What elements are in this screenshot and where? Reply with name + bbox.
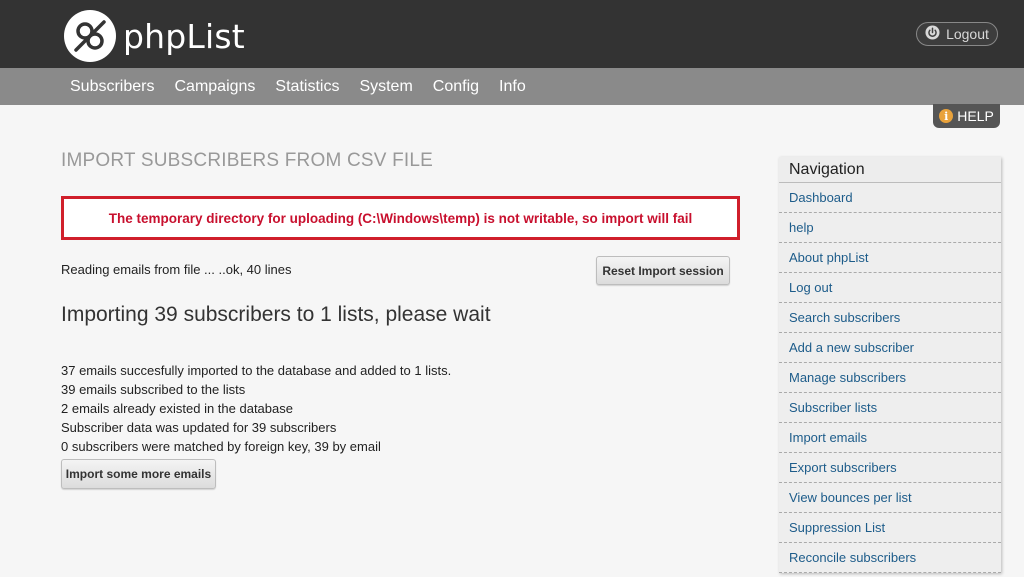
error-alert: The temporary directory for uploading (C… <box>61 196 740 240</box>
nav-export-subscribers[interactable]: Export subscribers <box>779 453 1001 483</box>
help-button[interactable]: i HELP <box>933 104 1000 128</box>
import-more-emails-button[interactable]: Import some more emails <box>61 459 216 489</box>
reset-import-session-button[interactable]: Reset Import session <box>596 256 730 285</box>
nav-about[interactable]: About phpList <box>779 243 1001 273</box>
result-line: 39 emails subscribed to the lists <box>61 382 246 397</box>
nav-reconcile-subscribers[interactable]: Reconcile subscribers <box>779 543 1001 573</box>
page-title: IMPORT SUBSCRIBERS FROM CSV FILE <box>61 150 434 171</box>
navigation-panel: Navigation Dashboard help About phpList … <box>779 157 1001 573</box>
menu-info[interactable]: Info <box>499 68 526 105</box>
main-menu: Subscribers Campaigns Statistics System … <box>0 68 1024 105</box>
result-line: 37 emails succesfully imported to the da… <box>61 363 452 378</box>
nav-import-emails[interactable]: Import emails <box>779 423 1001 453</box>
nav-manage-subscribers[interactable]: Manage subscribers <box>779 363 1001 393</box>
phplist-logo[interactable]: phpList <box>64 10 245 62</box>
nav-suppression-list[interactable]: Suppression List <box>779 513 1001 543</box>
nav-help[interactable]: help <box>779 213 1001 243</box>
nav-subscriber-lists[interactable]: Subscriber lists <box>779 393 1001 423</box>
nav-logout[interactable]: Log out <box>779 273 1001 303</box>
info-icon: i <box>939 109 954 123</box>
nav-search-subscribers[interactable]: Search subscribers <box>779 303 1001 333</box>
menu-system[interactable]: System <box>359 68 412 105</box>
nav-dashboard[interactable]: Dashboard <box>779 183 1001 213</box>
nav-view-bounces[interactable]: View bounces per list <box>779 483 1001 513</box>
logout-label: Logout <box>946 26 989 42</box>
reading-status: Reading emails from file ... ..ok, 40 li… <box>61 262 292 277</box>
importing-heading: Importing 39 subscribers to 1 lists, ple… <box>61 303 491 326</box>
help-label: HELP <box>957 108 994 124</box>
power-icon <box>925 25 940 43</box>
import-results: 37 emails succesfully imported to the da… <box>61 361 451 456</box>
menu-statistics[interactable]: Statistics <box>275 68 339 105</box>
result-line: 2 emails already existed in the database <box>61 401 293 416</box>
logo-text: phpList <box>123 16 245 56</box>
phplist-logo-icon <box>64 10 116 62</box>
menu-campaigns[interactable]: Campaigns <box>174 68 255 105</box>
result-line: 0 subscribers were matched by foreign ke… <box>61 439 381 454</box>
logout-button[interactable]: Logout <box>916 22 998 46</box>
result-line: Subscriber data was updated for 39 subsc… <box>61 420 337 435</box>
menu-subscribers[interactable]: Subscribers <box>70 68 154 105</box>
top-bar: phpList Logout <box>0 0 1024 68</box>
menu-config[interactable]: Config <box>433 68 479 105</box>
nav-add-subscriber[interactable]: Add a new subscriber <box>779 333 1001 363</box>
navigation-title: Navigation <box>779 157 1001 183</box>
